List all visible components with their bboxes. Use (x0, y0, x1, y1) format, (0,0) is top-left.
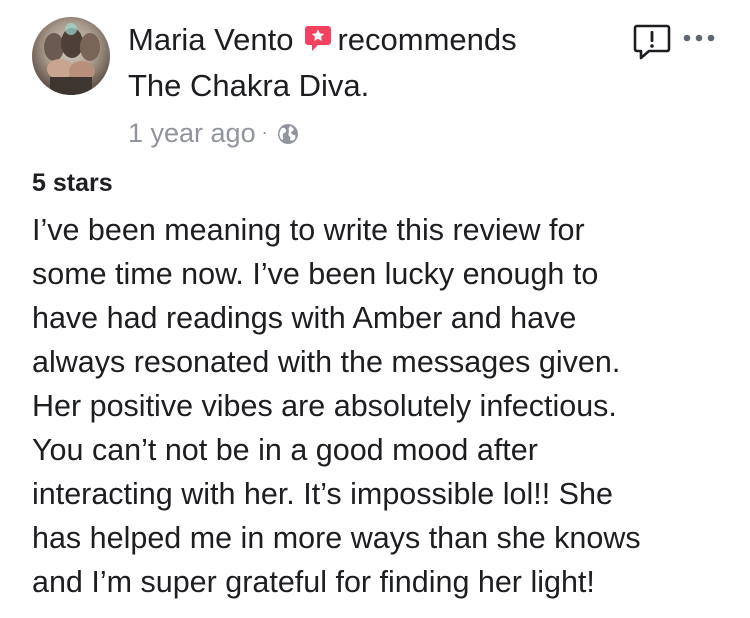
recommended-page-name[interactable]: The Chakra Diva. (128, 64, 369, 108)
post-meta: 1 year ago · (128, 112, 300, 153)
globe-icon (276, 117, 300, 144)
action-text: recommends (337, 22, 517, 57)
meta-separator: · (261, 122, 268, 142)
recommend-badge-icon (303, 21, 333, 51)
review-line: You can’t not be in a good mood after (32, 433, 538, 467)
author-name[interactable]: Maria Vento (128, 22, 293, 57)
post-timestamp[interactable]: 1 year ago (128, 118, 256, 148)
review-body: I’ve been meaning to write this review f… (32, 208, 732, 604)
review-line: I’ve been meaning to write this review f… (32, 213, 585, 247)
report-button[interactable] (632, 22, 672, 62)
author-line: Maria Vento recommends (128, 18, 517, 62)
review-line: some time now. I’ve been lucky enough to (32, 257, 599, 291)
review-line: always resonated with the messages given… (32, 345, 621, 379)
review-line: interacting with her. It’s impossible lo… (32, 477, 613, 511)
review-line: have had readings with Amber and have (32, 301, 577, 335)
more-options-icon (680, 34, 720, 54)
more-options-button[interactable] (680, 26, 720, 50)
review-line: Her positive vibes are absolutely infect… (32, 389, 617, 423)
review-line: and I’m super grateful for finding her l… (32, 565, 595, 599)
report-icon (632, 24, 672, 66)
rating-label: 5 stars (32, 169, 113, 197)
review-line: has helped me in more ways than she know… (32, 521, 641, 555)
author-avatar[interactable] (32, 17, 110, 95)
